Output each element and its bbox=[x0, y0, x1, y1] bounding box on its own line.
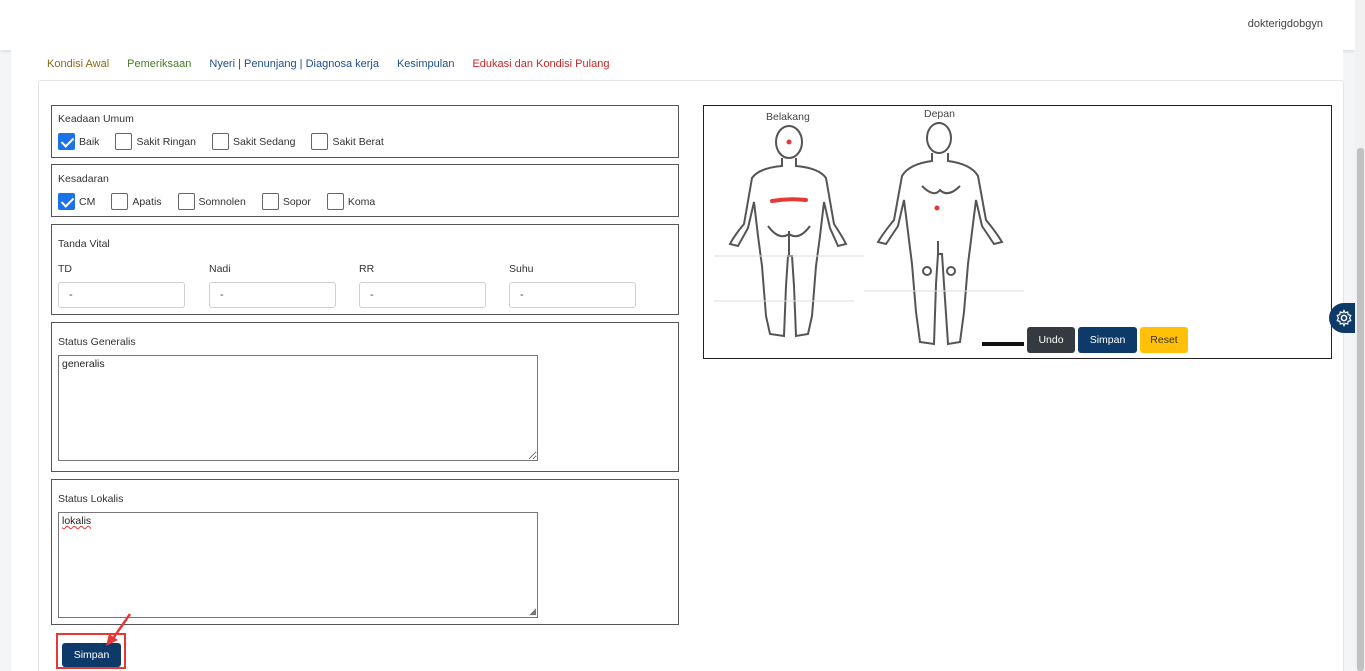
status-generalis-textarea[interactable]: generalis bbox=[58, 355, 538, 461]
status-lokalis-textarea[interactable]: lokalis ◢ bbox=[58, 512, 538, 618]
nadi-label: Nadi bbox=[209, 263, 231, 275]
canvas-save-button[interactable]: Simpan bbox=[1078, 327, 1137, 353]
checkbox-sakit-berat[interactable]: Sakit Berat bbox=[311, 133, 384, 150]
status-lokalis-section: Status Lokalis lokalis ◢ bbox=[51, 479, 679, 625]
section-title: Status Generalis bbox=[58, 336, 136, 348]
tanda-vital-section: Tanda Vital TD Nadi RR Suhu bbox=[51, 224, 679, 315]
checkbox-label: Baik bbox=[79, 135, 100, 148]
checkbox-box[interactable] bbox=[177, 193, 195, 210]
section-title: Kesadaran bbox=[58, 173, 109, 185]
checkbox-box[interactable] bbox=[311, 133, 329, 150]
checkbox-label: Apatis bbox=[132, 195, 162, 208]
rr-label: RR bbox=[359, 263, 375, 275]
nadi-input[interactable] bbox=[209, 282, 336, 308]
scrollbar-thumb[interactable] bbox=[1357, 148, 1364, 671]
background-lines bbox=[714, 255, 1024, 302]
back-body-figure bbox=[728, 125, 848, 338]
suhu-label: Suhu bbox=[509, 263, 534, 275]
td-label: TD bbox=[58, 263, 72, 275]
user-name[interactable]: dokterigdobgyn bbox=[1248, 18, 1323, 30]
checkbox-koma[interactable]: Koma bbox=[326, 193, 376, 210]
status-generalis-section: Status Generalis generalis bbox=[51, 322, 679, 472]
checkbox-label: Sakit Berat bbox=[332, 135, 384, 148]
checkbox-box[interactable] bbox=[58, 193, 75, 210]
resize-handle-icon[interactable]: ◢ bbox=[529, 606, 536, 617]
checkbox-label: Sakit Ringan bbox=[136, 135, 196, 148]
checkbox-box[interactable] bbox=[111, 193, 129, 210]
reset-button[interactable]: Reset bbox=[1140, 327, 1188, 353]
tab-pemeriksaan[interactable]: Pemeriksaan bbox=[127, 58, 191, 70]
checkbox-box[interactable] bbox=[58, 133, 75, 150]
checkbox-baik[interactable]: Baik bbox=[58, 133, 99, 150]
tab-kondisi-awal[interactable]: Kondisi Awal bbox=[47, 58, 109, 70]
arrow-pointer-icon bbox=[106, 613, 132, 646]
checkbox-label: Sakit Sedang bbox=[232, 135, 296, 148]
keadaan-umum-section: Keadaan Umum Baik Sakit Ringan Sakit Sed… bbox=[51, 105, 679, 158]
gear-icon bbox=[1336, 309, 1352, 327]
suhu-input[interactable] bbox=[509, 282, 636, 308]
section-title: Status Lokalis bbox=[58, 493, 124, 505]
rr-input[interactable] bbox=[359, 282, 486, 308]
section-title: Keadaan Umum bbox=[58, 113, 134, 125]
tab-nyeri-penunjang-diagnosa[interactable]: Nyeri | Penunjang | Diagnosa kerja bbox=[209, 58, 379, 70]
kesadaran-options: CM Apatis Somnolen Sopor Koma bbox=[58, 193, 391, 210]
checkbox-label: Somnolen bbox=[198, 195, 246, 208]
page-scrollbar[interactable] bbox=[1355, 0, 1365, 671]
kesadaran-section: Kesadaran CM Apatis Somnolen Sopor Koma bbox=[51, 164, 679, 217]
td-input[interactable] bbox=[58, 282, 185, 308]
checkbox-label: Koma bbox=[347, 195, 376, 208]
checkbox-label: Sopor bbox=[282, 195, 311, 208]
undo-button[interactable]: Undo bbox=[1027, 327, 1075, 353]
front-body-figure bbox=[876, 122, 1004, 346]
label-depan: Depan bbox=[924, 108, 955, 120]
body-map-canvas[interactable]: Belakang Depan Undo Simpan Reset bbox=[703, 105, 1332, 359]
checkbox-cm[interactable]: CM bbox=[58, 193, 95, 210]
mark-dot-head bbox=[786, 139, 792, 145]
lokalis-text: lokalis bbox=[62, 515, 92, 527]
tab-kesimpulan[interactable]: Kesimpulan bbox=[397, 58, 454, 70]
top-navbar: dokterigdobgyn bbox=[0, 0, 1355, 50]
checkbox-box[interactable] bbox=[211, 133, 229, 150]
form-tabs: Kondisi Awal Pemeriksaan Nyeri | Penunja… bbox=[47, 58, 609, 70]
checkbox-sakit-ringan[interactable]: Sakit Ringan bbox=[115, 133, 196, 150]
checkbox-somnolen[interactable]: Somnolen bbox=[177, 193, 246, 210]
body-diagram[interactable]: Belakang Depan bbox=[704, 106, 1333, 360]
checkbox-box[interactable] bbox=[115, 133, 133, 150]
mark-dot-abdomen bbox=[934, 205, 940, 211]
checkbox-label: CM bbox=[79, 195, 96, 208]
checkbox-sakit-sedang[interactable]: Sakit Sedang bbox=[211, 133, 296, 150]
mark-stroke-back bbox=[770, 197, 808, 203]
checkbox-box[interactable] bbox=[326, 193, 344, 210]
tab-edukasi-kondisi-pulang[interactable]: Edukasi dan Kondisi Pulang bbox=[472, 58, 609, 70]
checkbox-sopor[interactable]: Sopor bbox=[261, 193, 311, 210]
keadaan-umum-options: Baik Sakit Ringan Sakit Sedang Sakit Ber… bbox=[58, 133, 400, 150]
label-belakang: Belakang bbox=[766, 111, 810, 123]
section-title: Tanda Vital bbox=[58, 238, 110, 250]
checkbox-apatis[interactable]: Apatis bbox=[111, 193, 162, 210]
checkbox-box[interactable] bbox=[261, 193, 279, 210]
